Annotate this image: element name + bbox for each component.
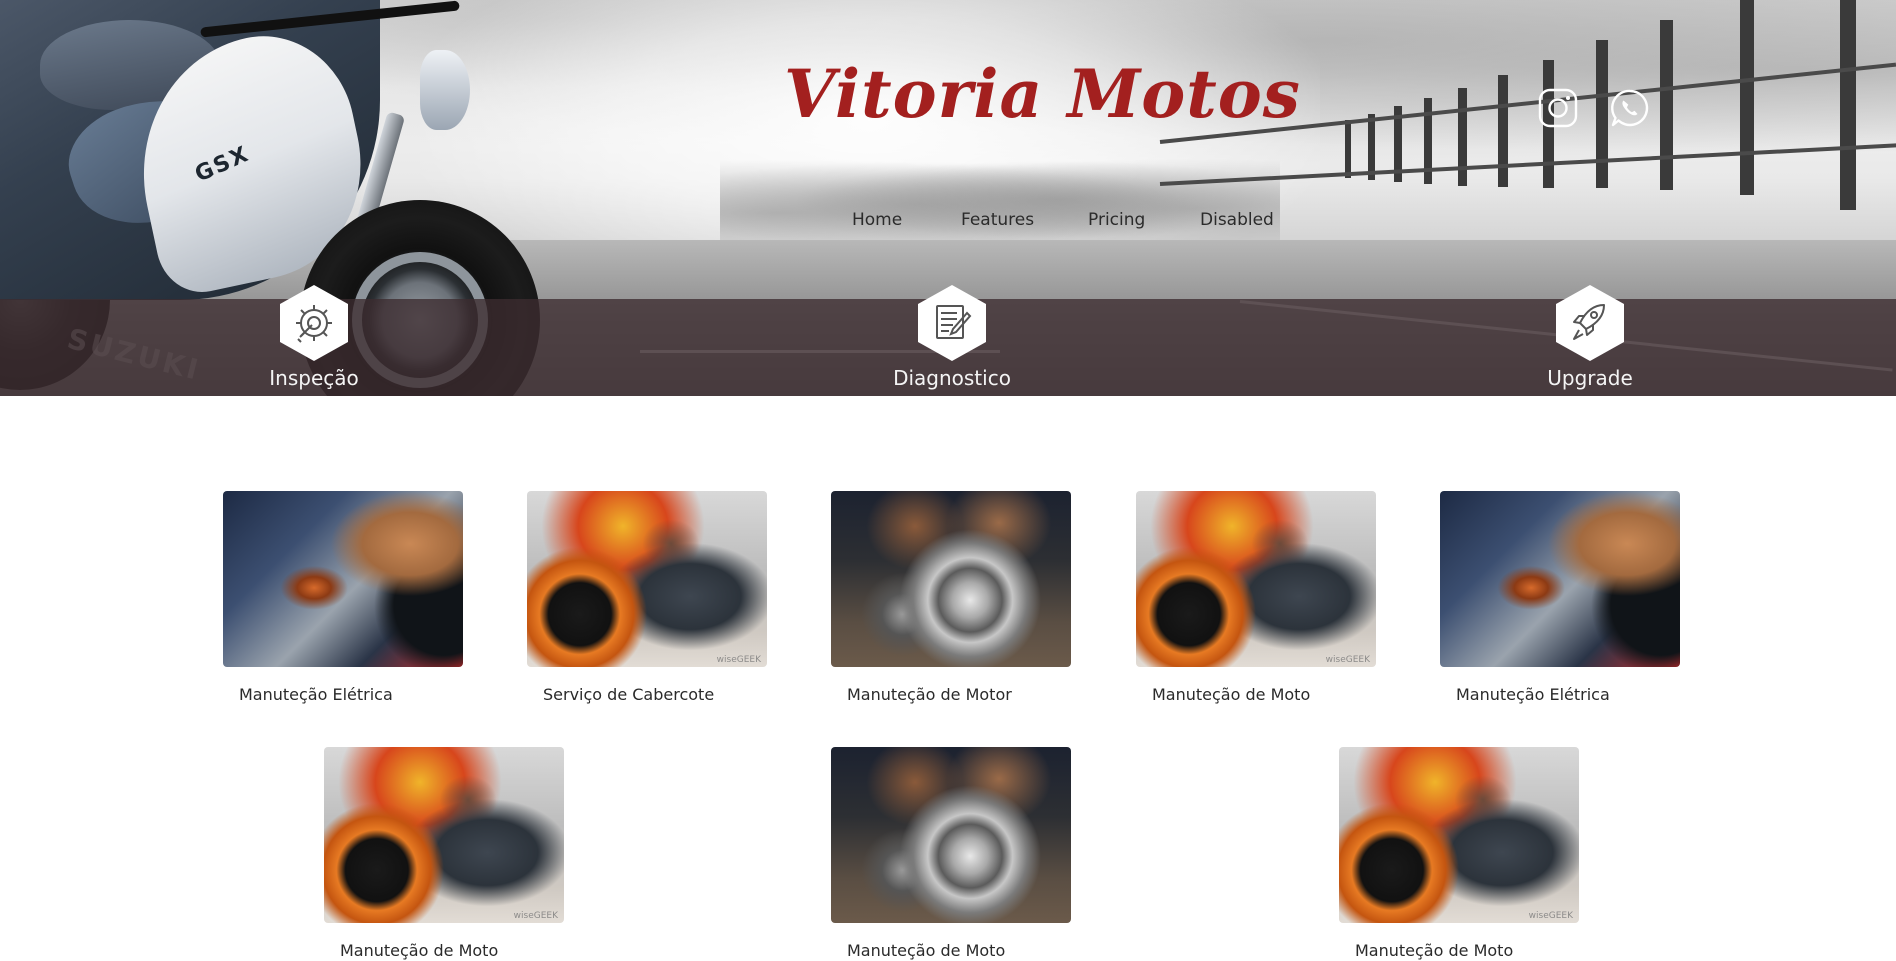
service-caption: Manuteção Elétrica bbox=[1456, 685, 1610, 704]
service-card[interactable]: wiseGEEK Manuteção de Moto bbox=[324, 747, 564, 961]
service-caption: Manuteção Elétrica bbox=[239, 685, 393, 704]
hexagon-badge bbox=[1550, 283, 1630, 363]
service-card[interactable]: Manuteção Elétrica bbox=[1440, 491, 1680, 705]
photo-watermark: wiseGEEK bbox=[716, 655, 761, 665]
photo-watermark: wiseGEEK bbox=[513, 911, 558, 921]
hexagon-badge bbox=[912, 283, 992, 363]
service-photo[interactable] bbox=[831, 747, 1071, 923]
nav-pricing[interactable]: Pricing bbox=[1088, 208, 1145, 232]
service-card[interactable]: wiseGEEK Manuteção de Moto bbox=[1136, 491, 1376, 705]
brand-title[interactable]: Vitoria Motos bbox=[784, 54, 1300, 134]
service-card[interactable]: Manuteção de Motor bbox=[831, 491, 1071, 705]
feature-upgrade[interactable]: Upgrade bbox=[1510, 283, 1670, 391]
feature-inspecao[interactable]: Inspeção bbox=[234, 283, 394, 391]
feature-label: Diagnostico bbox=[893, 366, 1011, 390]
photo-watermark: wiseGEEK bbox=[1528, 911, 1573, 921]
feature-diagnostico[interactable]: Diagnostico bbox=[872, 283, 1032, 391]
service-caption: Manuteção de Moto bbox=[340, 941, 499, 960]
whatsapp-icon bbox=[1610, 88, 1650, 133]
nav-home[interactable]: Home bbox=[852, 208, 902, 232]
service-photo[interactable]: wiseGEEK bbox=[527, 491, 767, 667]
service-photo[interactable] bbox=[1440, 491, 1680, 667]
service-caption: Manuteção de Moto bbox=[1152, 685, 1311, 704]
service-photo[interactable] bbox=[831, 491, 1071, 667]
service-caption: Serviço de Cabercote bbox=[543, 685, 715, 704]
hero-banner: GSX SUZUKI Vitoria Motos Home Features P… bbox=[0, 0, 1896, 396]
photo-watermark: wiseGEEK bbox=[1325, 655, 1370, 665]
service-photo[interactable]: wiseGEEK bbox=[1339, 747, 1579, 923]
instagram-link[interactable] bbox=[1538, 88, 1578, 133]
service-caption: Manuteção de Moto bbox=[847, 941, 1006, 960]
service-photo[interactable]: wiseGEEK bbox=[1136, 491, 1376, 667]
nav-features[interactable]: Features bbox=[961, 208, 1034, 232]
service-card[interactable]: Manuteção de Moto bbox=[831, 747, 1071, 961]
whatsapp-link[interactable] bbox=[1610, 88, 1650, 133]
instagram-icon bbox=[1538, 88, 1578, 133]
hexagon-badge bbox=[274, 283, 354, 363]
service-card[interactable]: wiseGEEK Manuteção de Moto bbox=[1339, 747, 1579, 961]
nav-disabled: Disabled bbox=[1200, 210, 1274, 230]
feature-label: Inspeção bbox=[269, 366, 359, 390]
service-caption: Manuteção de Moto bbox=[1355, 941, 1514, 960]
service-photo[interactable]: wiseGEEK bbox=[324, 747, 564, 923]
service-card[interactable]: wiseGEEK Serviço de Cabercote bbox=[527, 491, 767, 705]
service-photo[interactable] bbox=[223, 491, 463, 667]
service-card[interactable]: Manuteção Elétrica bbox=[223, 491, 463, 705]
feature-label: Upgrade bbox=[1547, 366, 1633, 390]
service-caption: Manuteção de Motor bbox=[847, 685, 1012, 704]
